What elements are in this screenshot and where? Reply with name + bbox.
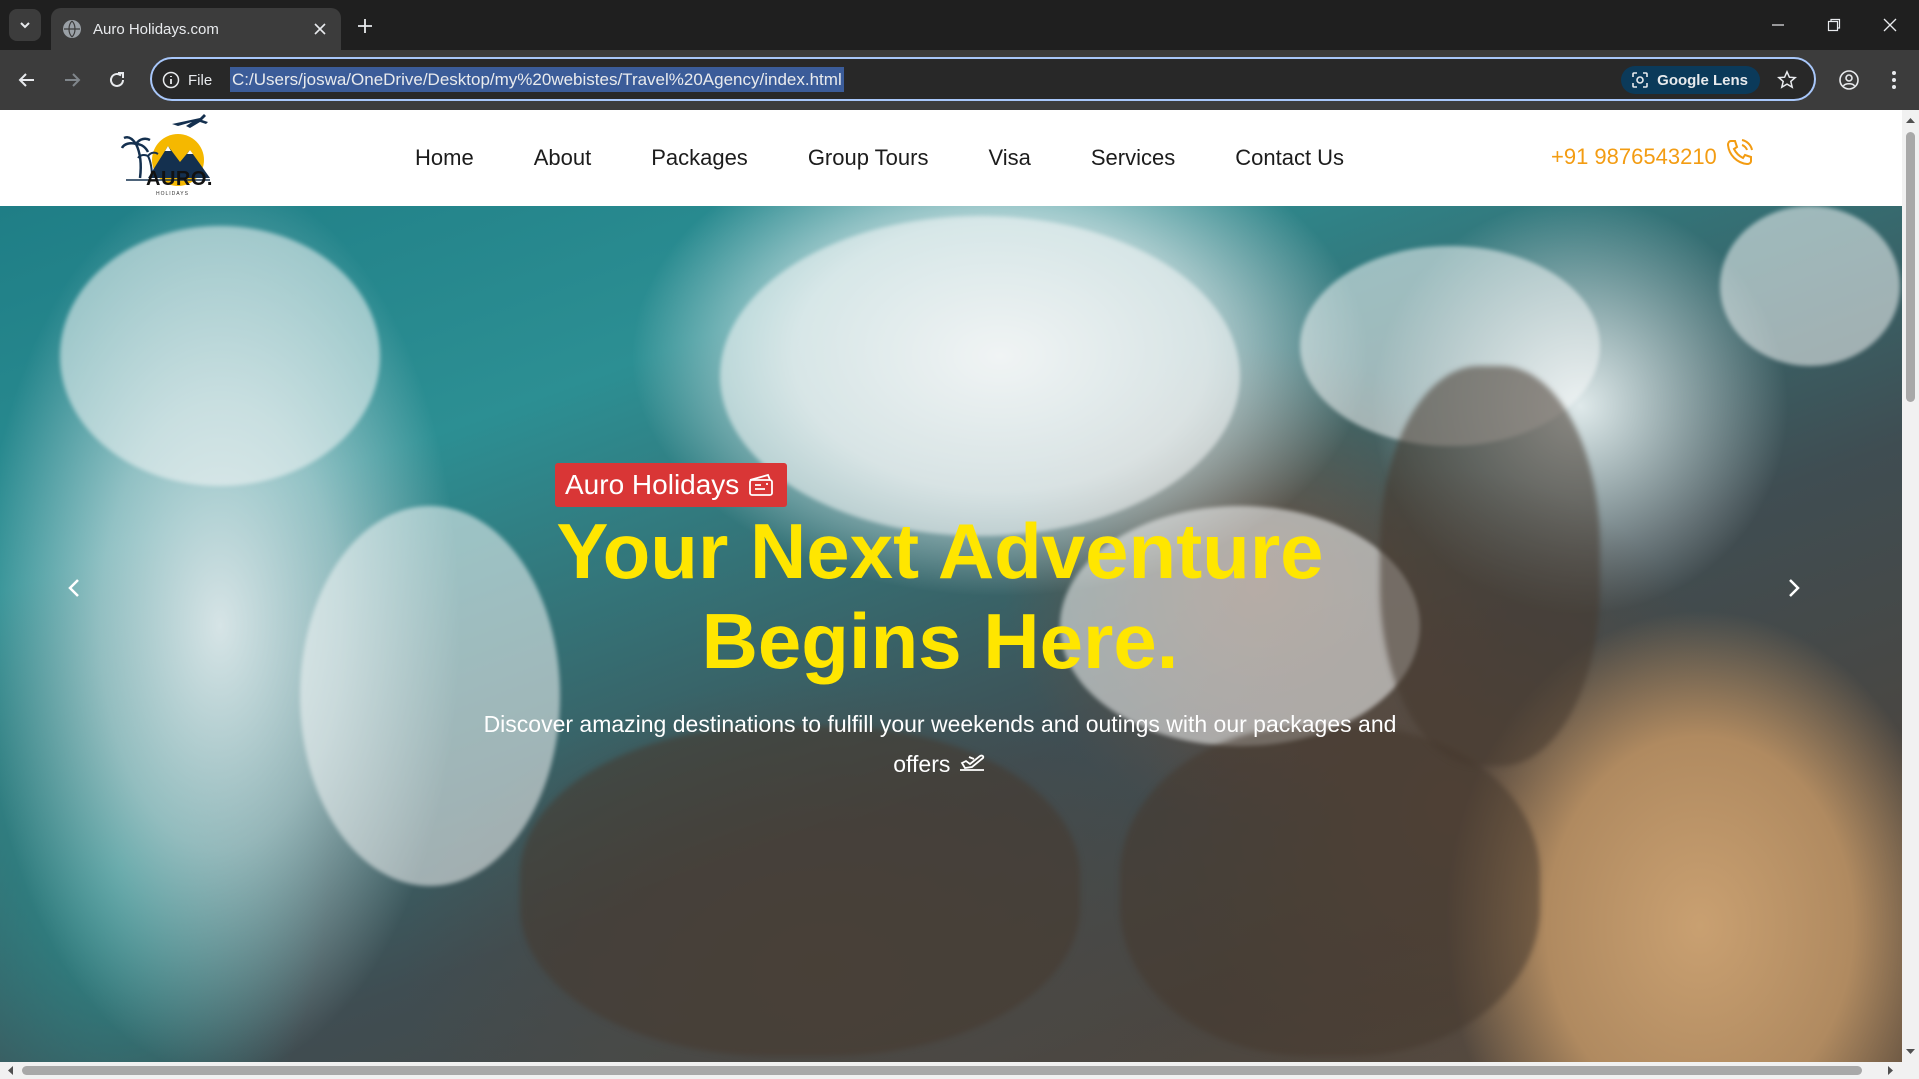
- hero-description-line2: offers: [893, 751, 951, 777]
- lens-icon: [1632, 72, 1648, 88]
- arrow-left-icon: [18, 73, 34, 87]
- menu-button[interactable]: [1878, 64, 1910, 96]
- plane-takeoff-icon: [959, 754, 984, 771]
- restore-button[interactable]: [1806, 0, 1862, 50]
- hero-bg-foam: [1720, 206, 1900, 366]
- site-header: AURO. HOLIDAYS Home About Packages Group…: [0, 110, 1902, 206]
- globe-icon: [63, 20, 81, 38]
- scroll-right-icon: [1888, 1066, 1893, 1075]
- scroll-left-icon: [8, 1066, 13, 1075]
- carousel-next-button[interactable]: [1772, 566, 1816, 610]
- profile-button[interactable]: [1833, 64, 1865, 96]
- nav-home[interactable]: Home: [415, 145, 474, 171]
- minimize-icon: [1772, 24, 1784, 26]
- plus-icon: [358, 19, 372, 33]
- hero-section: Auro Holidays Your Next Adventure Begins…: [0, 206, 1902, 1062]
- back-button[interactable]: [11, 64, 43, 96]
- hero-description: Discover amazing destinations to fulfill…: [460, 704, 1420, 784]
- google-lens-button[interactable]: Google Lens: [1621, 66, 1760, 94]
- vertical-scroll-thumb[interactable]: [1906, 132, 1915, 402]
- hero-title: Your Next Adventure Begins Here.: [440, 506, 1440, 686]
- reload-icon: [110, 72, 124, 87]
- tab-search-button[interactable]: [9, 9, 41, 41]
- google-lens-label: Google Lens: [1657, 71, 1748, 89]
- nav-services[interactable]: Services: [1091, 145, 1175, 171]
- tab-title: Auro Holidays.com: [93, 20, 219, 38]
- kebab-menu-icon: [1892, 71, 1896, 89]
- info-icon: [162, 71, 180, 89]
- profile-icon: [1839, 70, 1859, 90]
- page-viewport: AURO. HOLIDAYS Home About Packages Group…: [0, 110, 1902, 1062]
- logo-text: AURO.: [146, 168, 213, 190]
- hero-title-line1: Your Next Adventure: [556, 507, 1324, 595]
- nav-packages[interactable]: Packages: [651, 145, 748, 171]
- arrow-right-icon: [65, 73, 81, 87]
- hero-badge: Auro Holidays: [555, 463, 788, 507]
- nav-visa[interactable]: Visa: [988, 145, 1030, 171]
- nav-group-tours[interactable]: Group Tours: [808, 145, 929, 171]
- close-window-button[interactable]: [1862, 0, 1918, 50]
- reload-button[interactable]: [101, 64, 133, 96]
- hero-bg-foam: [720, 216, 1240, 536]
- tab-close-icon[interactable]: [309, 18, 331, 40]
- address-bar[interactable]: File C:/Users/joswa/OneDrive/Desktop/my%…: [150, 57, 1816, 101]
- new-tab-button[interactable]: [351, 12, 379, 40]
- browser-toolbar: File C:/Users/joswa/OneDrive/Desktop/my%…: [0, 50, 1919, 110]
- forward-button[interactable]: [56, 64, 88, 96]
- chevron-right-icon: [1789, 579, 1800, 597]
- browser-tab[interactable]: Auro Holidays.com: [51, 8, 341, 50]
- logo-subtext: HOLIDAYS: [156, 191, 189, 197]
- hero-bg-foam: [60, 226, 380, 486]
- browser-tab-bar: Auro Holidays.com: [0, 0, 1919, 50]
- hero-badge-label: Auro Holidays: [565, 469, 740, 500]
- site-info-label: File: [188, 71, 213, 89]
- hero-title-line2: Begins Here.: [701, 597, 1179, 685]
- ticket-icon: [749, 473, 774, 496]
- hero-description-line1: Discover amazing destinations to fulfill…: [483, 711, 1397, 737]
- scroll-up-icon: [1906, 118, 1915, 123]
- nav-about[interactable]: About: [534, 145, 592, 171]
- chevron-left-icon: [68, 579, 79, 597]
- main-nav: Home About Packages Group Tours Visa Ser…: [415, 110, 1404, 206]
- vertical-scrollbar[interactable]: [1902, 110, 1919, 1062]
- site-info-button[interactable]: File: [162, 67, 212, 93]
- horizontal-scroll-thumb[interactable]: [22, 1066, 1862, 1075]
- nav-contact-us[interactable]: Contact Us: [1235, 145, 1344, 171]
- close-icon: [1883, 18, 1897, 32]
- carousel-prev-button[interactable]: [52, 566, 96, 610]
- bookmark-star-icon[interactable]: [1774, 67, 1800, 93]
- phone-call-icon: [1726, 139, 1753, 166]
- url-text[interactable]: C:/Users/joswa/OneDrive/Desktop/my%20web…: [230, 67, 844, 92]
- restore-icon: [1827, 18, 1841, 32]
- scroll-down-icon: [1906, 1049, 1915, 1054]
- horizontal-scrollbar[interactable]: [0, 1062, 1919, 1079]
- chevron-down-icon: [20, 22, 30, 29]
- phone-link[interactable]: +91 9876543210: [1551, 139, 1755, 170]
- minimize-button[interactable]: [1750, 0, 1806, 50]
- phone-number: +91 9876543210: [1551, 144, 1717, 169]
